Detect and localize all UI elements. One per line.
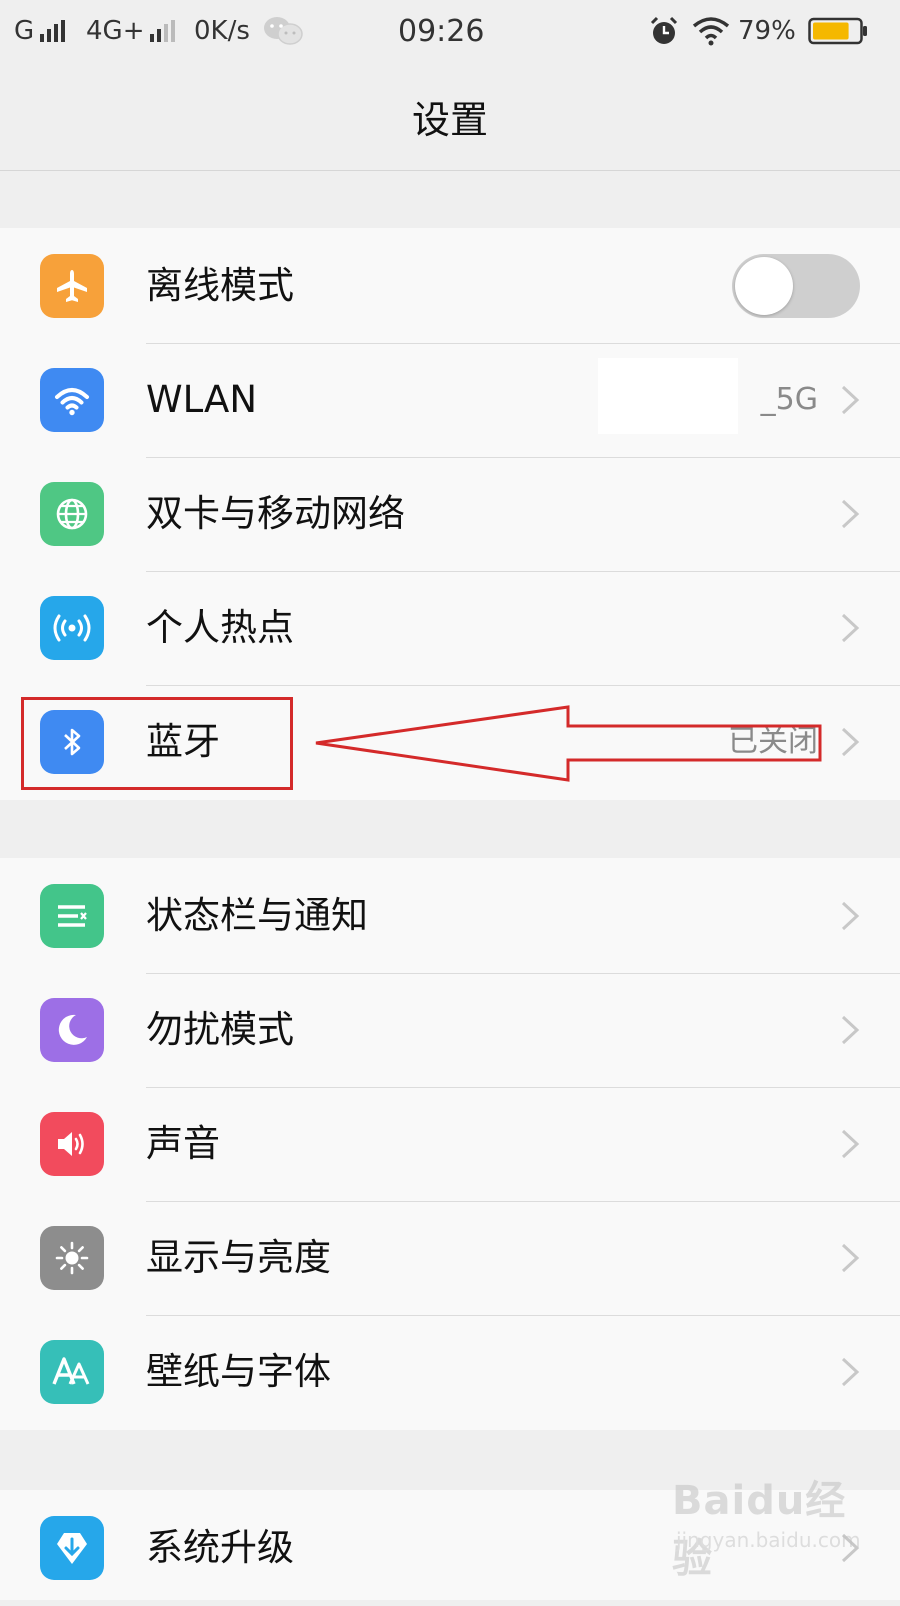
watermark-url: jingyan.baidu.com: [676, 1528, 861, 1552]
baidu-jingyan-watermark: Baidu经验 jingyan.baidu.com: [672, 1468, 872, 1582]
annotation-arrow-icon: [315, 705, 822, 782]
watermark-brand: Baidu经验: [672, 1478, 847, 1582]
